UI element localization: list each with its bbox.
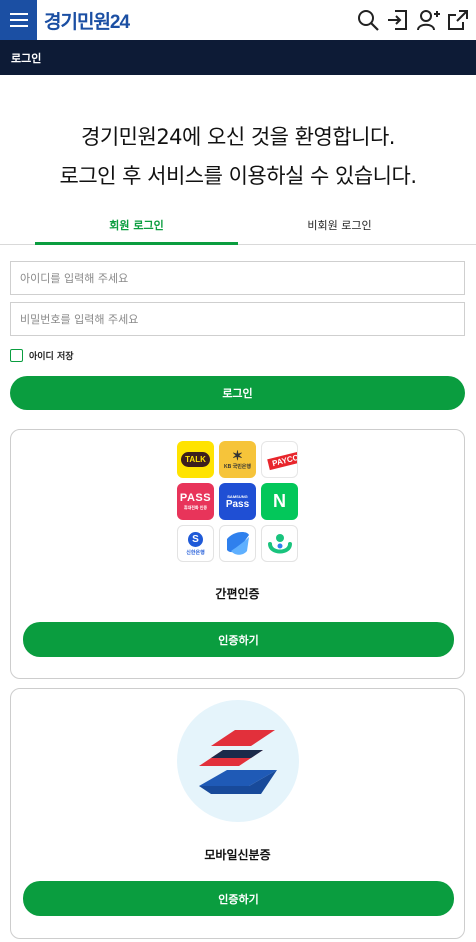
login-button[interactable]: 로그인 — [10, 376, 465, 410]
welcome-line-2: 로그인 후 서비스를 이용하실 수 있습니다. — [59, 164, 418, 188]
save-id-checkbox[interactable] — [10, 348, 23, 362]
easy-auth-button[interactable]: 인증하기 — [23, 622, 454, 657]
save-id-row[interactable]: 아이디 저장 — [10, 348, 74, 362]
toss-icon[interactable] — [219, 525, 256, 562]
login-icon[interactable] — [386, 8, 410, 32]
breadcrumb-bar: 로그인 — [0, 40, 476, 75]
pass-sublabel: 휴대전화 인증 — [183, 505, 208, 510]
id-input[interactable] — [10, 261, 465, 295]
kb-label: KB 국민은행 — [223, 464, 251, 470]
samsung-pass-icon[interactable]: SAMSUNG Pass — [219, 483, 256, 520]
pass-label: PASS — [179, 492, 212, 504]
shinhan-label: 신한은행 — [186, 549, 205, 556]
save-id-label: 아이디 저장 — [29, 351, 74, 362]
kb-bank-icon[interactable]: ✶ KB 국민은행 — [219, 441, 256, 478]
toss-logo-icon — [226, 531, 249, 555]
pass-icon[interactable]: PASS 휴대전화 인증 — [177, 483, 214, 520]
payco-label: PAYCO — [267, 450, 297, 471]
search-icon[interactable] — [356, 8, 380, 32]
breadcrumb-title: 로그인 — [11, 52, 42, 65]
welcome-line-1: 경기민원24에 오신 것을 환영합니다. — [81, 125, 395, 149]
shinhan-mark: S — [188, 531, 203, 547]
menu-icon[interactable] — [0, 0, 37, 40]
shinhan-bank-icon[interactable]: S 신한은행 — [177, 525, 214, 562]
user-add-icon[interactable] — [416, 8, 440, 32]
payco-icon[interactable]: PAYCO — [261, 441, 298, 478]
mobile-id-button[interactable]: 인증하기 — [23, 881, 454, 916]
easy-auth-card: TALK ✶ KB 국민은행 PAYCO PASS 휴대전화 인증 SAMSUN… — [10, 429, 465, 679]
tab-member-login[interactable]: 회원 로그인 — [35, 212, 238, 245]
mobile-id-title: 모바일신분증 — [204, 848, 271, 862]
naver-icon[interactable]: N — [261, 483, 298, 520]
easy-auth-title: 간편인증 — [215, 587, 260, 601]
share-icon[interactable] — [446, 8, 470, 32]
samsung-label: Pass — [225, 498, 250, 510]
mobile-id-card: 모바일신분증 인증하기 — [10, 688, 465, 939]
site-logo[interactable]: 경기민원24 — [44, 7, 130, 34]
green-auth-logo-icon — [267, 533, 292, 553]
naver-label: N — [273, 491, 286, 511]
mobile-id-emblem-icon — [177, 700, 299, 822]
kb-star-icon: ✶ — [232, 448, 243, 463]
login-tabs: 회원 로그인 비회원 로그인 — [0, 212, 476, 245]
green-auth-icon[interactable] — [261, 525, 298, 562]
kakao-label: TALK — [181, 452, 210, 467]
tab-guest-login[interactable]: 비회원 로그인 — [238, 212, 441, 245]
password-input[interactable] — [10, 302, 465, 336]
provider-grid: TALK ✶ KB 국민은행 PAYCO PASS 휴대전화 인증 SAMSUN… — [177, 441, 302, 562]
kakao-icon[interactable]: TALK — [177, 441, 214, 478]
top-header: 경기민원24 — [0, 0, 476, 40]
